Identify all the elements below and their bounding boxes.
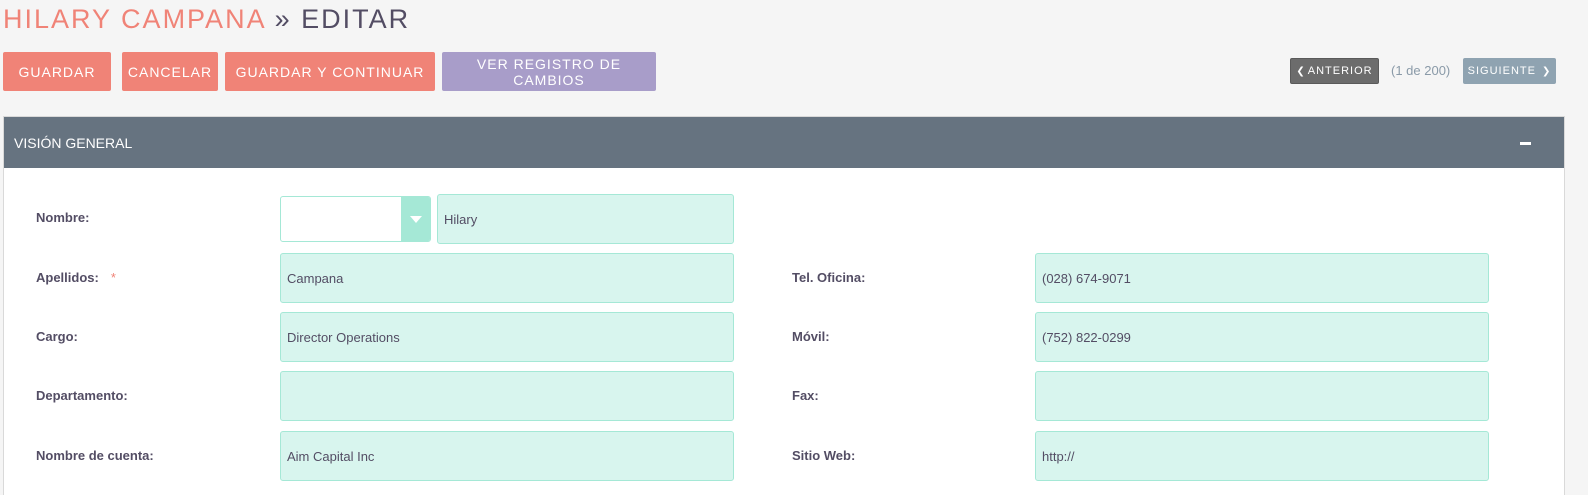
next-record-button[interactable]: SIGUIENTE ❯ [1463, 58, 1556, 84]
save-and-continue-button[interactable]: GUARDAR Y CONTINUAR [225, 52, 435, 91]
fax-label: Fax: [792, 388, 819, 403]
page-title: HILARY CAMPANA » EDITAR [3, 2, 410, 36]
edit-contact-page: HILARY CAMPANA » EDITAR GUARDAR CANCELAR… [0, 0, 1588, 495]
department-label: Departamento: [36, 388, 128, 403]
first-name-input[interactable] [437, 194, 734, 244]
phone-work-input[interactable] [1035, 253, 1489, 303]
title-separator: » [274, 4, 292, 34]
phone-mobile-input[interactable] [1035, 312, 1489, 362]
last-name-input[interactable] [280, 253, 734, 303]
chevron-left-icon: ❮ [1296, 65, 1306, 77]
save-button[interactable]: GUARDAR [3, 52, 111, 91]
minus-icon[interactable] [1520, 142, 1531, 145]
phone-mobile-label: Móvil: [792, 329, 830, 344]
chevron-right-icon: ❯ [1541, 65, 1552, 77]
department-input[interactable] [280, 371, 734, 421]
title-label: Cargo: [36, 329, 78, 344]
dropdown-toggle[interactable] [401, 197, 430, 241]
account-name-label: Nombre de cuenta: [36, 448, 154, 463]
last-name-label: Apellidos: * [36, 270, 116, 285]
website-input[interactable] [1035, 431, 1489, 481]
next-label: SIGUIENTE [1467, 65, 1536, 77]
first-name-label: Nombre: [36, 210, 90, 225]
cancel-button[interactable]: CANCELAR [122, 52, 218, 91]
last-name-label-text: Apellidos: [36, 270, 99, 285]
view-changelog-button[interactable]: VER REGISTRO DE CAMBIOS [442, 52, 656, 91]
page-action: EDITAR [301, 4, 411, 34]
website-label: Sitio Web: [792, 448, 856, 463]
required-marker: * [110, 270, 116, 285]
title-input[interactable] [280, 312, 734, 362]
fax-input[interactable] [1035, 371, 1489, 421]
salutation-select[interactable] [280, 196, 431, 242]
previous-record-button[interactable]: ❮ ANTERIOR [1290, 58, 1379, 84]
record-name: HILARY CAMPANA [3, 4, 266, 34]
previous-label: ANTERIOR [1307, 65, 1373, 77]
panel-title: VISIÓN GENERAL [14, 134, 133, 151]
phone-work-label: Tel. Oficina: [792, 270, 866, 285]
triangle-down-icon [409, 215, 422, 223]
account-name-input[interactable] [280, 431, 734, 481]
record-counter: (1 de 200) [1391, 63, 1451, 78]
panel-header[interactable]: VISIÓN GENERAL [4, 117, 1564, 168]
